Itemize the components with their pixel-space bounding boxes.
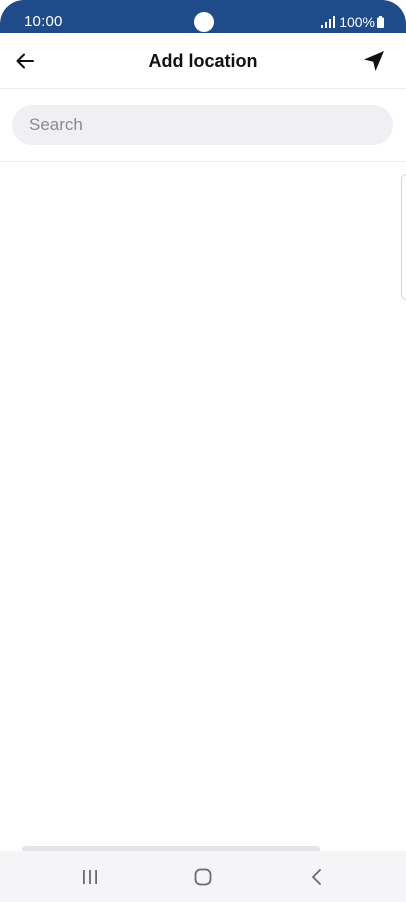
- app-bar: Add location: [0, 33, 406, 89]
- signal-icon: [321, 16, 336, 28]
- home-icon: [194, 868, 212, 886]
- system-nav-bar: [0, 851, 406, 902]
- scroll-handle[interactable]: [401, 174, 406, 300]
- battery-icon: [377, 16, 384, 28]
- battery-percentage: 100%: [339, 14, 375, 30]
- search-section: [0, 89, 406, 162]
- recents-button[interactable]: [77, 864, 103, 890]
- search-input[interactable]: [12, 105, 393, 145]
- recents-icon: [83, 870, 97, 884]
- content-area: [0, 162, 406, 852]
- status-time: 10:00: [24, 13, 63, 30]
- nav-back-icon: [312, 869, 321, 885]
- screen: 10:00 100% Add location: [0, 0, 406, 902]
- home-button[interactable]: [190, 864, 216, 890]
- system-back-button[interactable]: [304, 864, 330, 890]
- page-title: Add location: [148, 51, 258, 71]
- camera-cutout: [194, 12, 214, 32]
- navigation-arrow-icon: [364, 51, 384, 71]
- status-bar: 10:00 100%: [0, 0, 406, 33]
- current-location-button[interactable]: [356, 43, 392, 79]
- status-indicators: 100%: [321, 13, 384, 31]
